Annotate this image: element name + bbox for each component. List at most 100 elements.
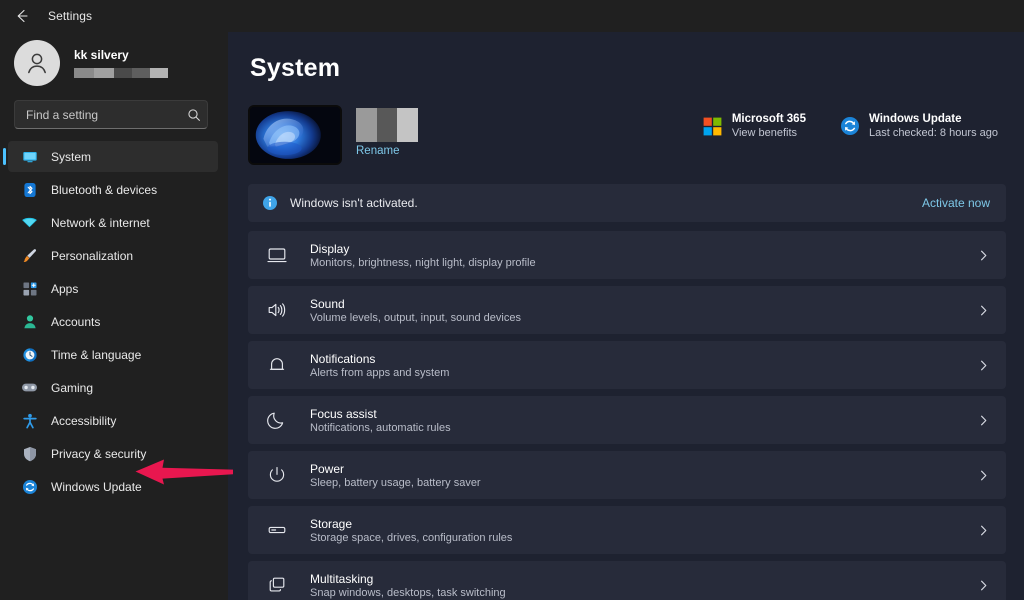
accessibility-icon	[21, 412, 38, 429]
sidebar-item-bluetooth-devices[interactable]: Bluetooth & devices	[8, 174, 218, 205]
windows-update-sync-icon	[840, 116, 860, 136]
row-text: Storage Storage space, drives, configura…	[310, 517, 977, 544]
sidebar-item-windows-update[interactable]: Windows Update	[8, 471, 218, 502]
device-identity: Rename	[248, 105, 418, 165]
search-icon	[187, 108, 201, 122]
device-header: Rename	[248, 105, 1006, 165]
sidebar-item-label: Gaming	[51, 381, 93, 395]
row-title: Storage	[310, 517, 977, 531]
monitor-icon	[266, 244, 288, 266]
setting-row-storage[interactable]: Storage Storage space, drives, configura…	[248, 506, 1006, 554]
sidebar-item-time-language[interactable]: Time & language	[8, 339, 218, 370]
account-tile[interactable]: kk silvery	[0, 32, 218, 94]
setting-row-sound[interactable]: Sound Volume levels, output, input, soun…	[248, 286, 1006, 334]
apps-icon	[21, 280, 38, 297]
info-card-subtitle: Last checked: 8 hours ago	[869, 127, 998, 139]
sidebar-item-label: Accessibility	[51, 414, 116, 428]
row-subtitle: Notifications, automatic rules	[310, 422, 977, 434]
sidebar-item-accounts[interactable]: Accounts	[8, 306, 218, 337]
back-button[interactable]	[10, 4, 34, 28]
moon-icon	[266, 409, 288, 431]
row-text: Display Monitors, brightness, night ligh…	[310, 242, 977, 269]
account-text: kk silvery	[74, 48, 168, 78]
row-subtitle: Volume levels, output, input, sound devi…	[310, 312, 977, 324]
windows-update-text: Windows Update Last checked: 8 hours ago	[869, 113, 998, 139]
search-input[interactable]	[26, 108, 181, 122]
storage-drive-icon	[266, 519, 288, 541]
device-name-redacted	[356, 108, 418, 142]
gamepad-icon	[21, 379, 38, 396]
sidebar: kk silvery	[0, 32, 228, 600]
row-text: Notifications Alerts from apps and syste…	[310, 352, 977, 379]
sidebar-item-label: Windows Update	[51, 480, 142, 494]
sidebar-item-system[interactable]: System	[8, 141, 218, 172]
sidebar-item-label: Accounts	[51, 315, 100, 329]
windows-update-card[interactable]: Windows Update Last checked: 8 hours ago	[840, 113, 998, 139]
bell-icon	[266, 354, 288, 376]
sidebar-nav: System Bluetooth & devices	[0, 139, 218, 502]
row-title: Power	[310, 462, 977, 476]
power-icon	[266, 464, 288, 486]
clock-icon	[21, 346, 38, 363]
info-icon	[262, 195, 278, 211]
avatar	[14, 40, 60, 86]
row-title: Focus assist	[310, 407, 977, 421]
chevron-right-icon	[977, 359, 990, 372]
setting-row-notifications[interactable]: Notifications Alerts from apps and syste…	[248, 341, 1006, 389]
search-box[interactable]	[14, 100, 208, 129]
rename-link[interactable]: Rename	[356, 145, 418, 157]
search-container	[0, 94, 218, 139]
microsoft-365-logo	[703, 116, 723, 136]
main-content: System	[228, 32, 1024, 600]
update-sync-icon	[21, 478, 38, 495]
row-title: Display	[310, 242, 977, 256]
row-text: Focus assist Notifications, automatic ru…	[310, 407, 977, 434]
sidebar-item-label: Privacy & security	[51, 447, 146, 461]
setting-row-focus-assist[interactable]: Focus assist Notifications, automatic ru…	[248, 396, 1006, 444]
sidebar-item-privacy-security[interactable]: Privacy & security	[8, 438, 218, 469]
sidebar-item-label: Bluetooth & devices	[51, 183, 157, 197]
row-subtitle: Monitors, brightness, night light, displ…	[310, 257, 977, 269]
setting-row-power[interactable]: Power Sleep, battery usage, battery save…	[248, 451, 1006, 499]
sidebar-item-accessibility[interactable]: Accessibility	[8, 405, 218, 436]
info-card-subtitle: View benefits	[732, 127, 806, 139]
setting-row-display[interactable]: Display Monitors, brightness, night ligh…	[248, 231, 1006, 279]
sidebar-item-personalization[interactable]: Personalization	[8, 240, 218, 271]
row-subtitle: Storage space, drives, configuration rul…	[310, 532, 977, 544]
row-title: Multitasking	[310, 572, 977, 586]
row-text: Multitasking Snap windows, desktops, tas…	[310, 572, 977, 599]
activation-message: Windows isn't activated.	[290, 196, 922, 210]
microsoft-365-text: Microsoft 365 View benefits	[732, 113, 806, 139]
info-card-title: Microsoft 365	[732, 113, 806, 125]
speaker-icon	[266, 299, 288, 321]
title-bar: Settings	[0, 0, 1024, 32]
person-icon	[21, 313, 38, 330]
row-subtitle: Sleep, battery usage, battery saver	[310, 477, 977, 489]
window-title: Settings	[48, 9, 92, 23]
sidebar-item-label: Network & internet	[51, 216, 150, 230]
sidebar-item-label: Time & language	[51, 348, 141, 362]
info-card-title: Windows Update	[869, 113, 998, 125]
paintbrush-icon	[21, 247, 38, 264]
activate-now-link[interactable]: Activate now	[922, 196, 990, 210]
setting-row-multitasking[interactable]: Multitasking Snap windows, desktops, tas…	[248, 561, 1006, 600]
page-title: System	[250, 54, 1006, 83]
chevron-right-icon	[977, 524, 990, 537]
chevron-right-icon	[977, 249, 990, 262]
bluetooth-icon	[21, 181, 38, 198]
account-email-redacted	[74, 68, 168, 78]
chevron-right-icon	[977, 469, 990, 482]
shield-icon	[21, 445, 38, 462]
settings-window: Settings kk silvery	[0, 0, 1024, 600]
wifi-icon	[21, 214, 38, 231]
chevron-right-icon	[977, 304, 990, 317]
row-text: Sound Volume levels, output, input, soun…	[310, 297, 977, 324]
sidebar-item-label: System	[51, 150, 91, 164]
row-subtitle: Alerts from apps and system	[310, 367, 977, 379]
monitor-icon	[21, 148, 38, 165]
sidebar-item-apps[interactable]: Apps	[8, 273, 218, 304]
row-title: Sound	[310, 297, 977, 311]
microsoft-365-card[interactable]: Microsoft 365 View benefits	[703, 113, 806, 139]
sidebar-item-gaming[interactable]: Gaming	[8, 372, 218, 403]
sidebar-item-network-internet[interactable]: Network & internet	[8, 207, 218, 238]
